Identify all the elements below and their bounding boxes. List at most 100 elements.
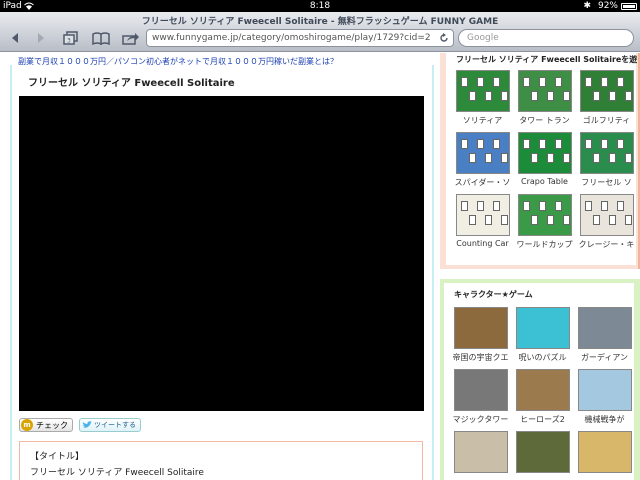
mixi-check-button[interactable]: m チェック bbox=[19, 418, 73, 432]
check-label: チェック bbox=[36, 420, 68, 430]
game-caption[interactable]: ヒーローズ2 bbox=[514, 414, 572, 425]
game-tile[interactable]: ワールドカップ bbox=[516, 194, 573, 252]
game-tile[interactable]: ソリティア bbox=[454, 70, 511, 128]
game-thumbnail[interactable] bbox=[515, 307, 570, 349]
game-thumbnail[interactable] bbox=[579, 132, 634, 174]
battery-icon bbox=[621, 3, 637, 10]
card-shape bbox=[460, 139, 468, 149]
forward-button[interactable] bbox=[30, 30, 52, 46]
game-thumbnail[interactable] bbox=[453, 307, 508, 349]
card-shape bbox=[500, 91, 508, 101]
card-shape bbox=[476, 201, 484, 211]
card-shape bbox=[608, 153, 616, 163]
game-tile[interactable]: ゴルフリティ bbox=[578, 70, 635, 128]
game-tile[interactable]: 機械戦争が bbox=[576, 369, 633, 427]
share-icon bbox=[122, 32, 139, 45]
card-shape bbox=[476, 139, 484, 149]
character-games-grid: 帝国の宇宙クエ 呪いのパズル ガーディアンマジックタワー ヒーローズ2 機械戦争が bbox=[452, 307, 633, 480]
game-thumbnail[interactable] bbox=[579, 194, 634, 236]
url-field[interactable]: www.funnygame.jp/category/omoshirogame/p… bbox=[146, 29, 454, 47]
sidebar: フリーセル ソリティア Fweecell Solitaireを遊 ソリティア タワ… bbox=[440, 53, 640, 480]
game-caption[interactable]: Counting Car bbox=[454, 239, 512, 248]
card-shape bbox=[500, 153, 508, 163]
card-shape bbox=[530, 153, 538, 163]
game-caption[interactable]: 呪いのパズル bbox=[514, 352, 572, 363]
card-shape bbox=[584, 139, 592, 149]
game-tile[interactable] bbox=[514, 431, 571, 480]
game-thumbnail[interactable] bbox=[515, 431, 570, 473]
page-title: フリーセル ソリティア Fweecell Solitaire - 無料フラッシュ… bbox=[141, 17, 499, 27]
game-thumbnail[interactable] bbox=[455, 132, 510, 174]
bookmarks-button[interactable] bbox=[90, 30, 112, 46]
game-caption[interactable]: タワー トラン bbox=[516, 115, 574, 126]
game-thumbnail[interactable] bbox=[455, 194, 510, 236]
tabs-button[interactable]: 3 bbox=[60, 30, 82, 46]
game-thumbnail[interactable] bbox=[517, 132, 572, 174]
game-caption[interactable]: フリーセル ソ bbox=[578, 177, 636, 188]
forward-arrow-icon bbox=[38, 33, 44, 43]
game-caption[interactable]: ワールドカップ bbox=[516, 239, 574, 250]
card-shape bbox=[584, 77, 592, 87]
card-shape bbox=[616, 77, 624, 87]
card-shape bbox=[500, 215, 508, 225]
game-tile[interactable]: 帝国の宇宙クエ bbox=[452, 307, 509, 365]
tweet-label: ツイートする bbox=[94, 421, 136, 429]
back-button[interactable] bbox=[4, 30, 26, 46]
game-caption[interactable]: Crapo Table bbox=[516, 177, 574, 186]
game-thumbnail[interactable] bbox=[579, 70, 634, 112]
game-tile[interactable]: クレージー・キ bbox=[578, 194, 635, 252]
game-tile[interactable]: ガーディアン bbox=[576, 307, 633, 365]
card-shape bbox=[538, 201, 546, 211]
game-thumbnail[interactable] bbox=[517, 70, 572, 112]
game-caption[interactable]: ガーディアン bbox=[576, 352, 634, 363]
card-shape bbox=[522, 139, 530, 149]
card-shape bbox=[484, 215, 492, 225]
clock: 8:18 bbox=[309, 1, 331, 11]
game-caption[interactable]: スパイダー・ソ bbox=[454, 177, 512, 188]
game-caption[interactable]: 帝国の宇宙クエ bbox=[452, 352, 510, 363]
game-caption[interactable]: クレージー・キ bbox=[578, 239, 636, 250]
card-shape bbox=[476, 77, 484, 87]
card-shape bbox=[492, 201, 500, 211]
game-thumbnail[interactable] bbox=[515, 369, 570, 411]
game-thumbnail[interactable] bbox=[577, 307, 632, 349]
game-tile[interactable] bbox=[452, 431, 509, 480]
game-thumbnail[interactable] bbox=[517, 194, 572, 236]
bluetooth-icon: ✱ bbox=[583, 1, 591, 11]
game-tile[interactable]: ヒーローズ2 bbox=[514, 369, 571, 427]
twitter-bird-icon bbox=[82, 421, 92, 428]
search-field[interactable]: Google bbox=[458, 29, 634, 47]
game-tile[interactable] bbox=[576, 431, 633, 480]
tweet-button[interactable]: ツイートする bbox=[79, 418, 141, 432]
game-tile[interactable]: スパイダー・ソ bbox=[454, 132, 511, 190]
game-thumbnail[interactable] bbox=[577, 369, 632, 411]
game-caption[interactable]: 機械戦争が bbox=[576, 414, 634, 425]
flash-game-area[interactable] bbox=[19, 96, 424, 411]
game-caption[interactable]: ゴルフリティ bbox=[578, 115, 636, 126]
reload-icon[interactable] bbox=[439, 33, 449, 43]
game-tile[interactable]: 呪いのパズル bbox=[514, 307, 571, 365]
game-tile[interactable]: マジックタワー bbox=[452, 369, 509, 427]
game-tile[interactable]: フリーセル ソ bbox=[578, 132, 635, 190]
game-caption[interactable]: ソリティア bbox=[454, 115, 512, 126]
card-shape bbox=[468, 153, 476, 163]
browser-toolbar: フリーセル ソリティア Fweecell Solitaire - 無料フラッシュ… bbox=[0, 12, 640, 52]
card-shape bbox=[538, 139, 546, 149]
card-shape bbox=[468, 91, 476, 101]
card-shape bbox=[616, 139, 624, 149]
card-shape bbox=[592, 215, 600, 225]
card-shape bbox=[554, 139, 562, 149]
game-tile[interactable]: タワー トラン bbox=[516, 70, 573, 128]
game-thumbnail[interactable] bbox=[453, 431, 508, 473]
card-shape bbox=[562, 215, 570, 225]
game-caption[interactable]: マジックタワー bbox=[452, 414, 510, 425]
web-page: 副業で月収１０００万円／パソコン初心者がネットで月収１０００万円稼いだ副業とは？… bbox=[0, 53, 640, 480]
game-thumbnail[interactable] bbox=[577, 431, 632, 473]
url-text: www.funnygame.jp/category/omoshirogame/p… bbox=[152, 33, 431, 43]
game-thumbnail[interactable] bbox=[453, 369, 508, 411]
share-button[interactable] bbox=[120, 30, 142, 46]
game-thumbnail[interactable] bbox=[455, 70, 510, 112]
mixi-icon: m bbox=[21, 419, 33, 431]
game-tile[interactable]: Crapo Table bbox=[516, 132, 573, 190]
game-tile[interactable]: Counting Car bbox=[454, 194, 511, 252]
